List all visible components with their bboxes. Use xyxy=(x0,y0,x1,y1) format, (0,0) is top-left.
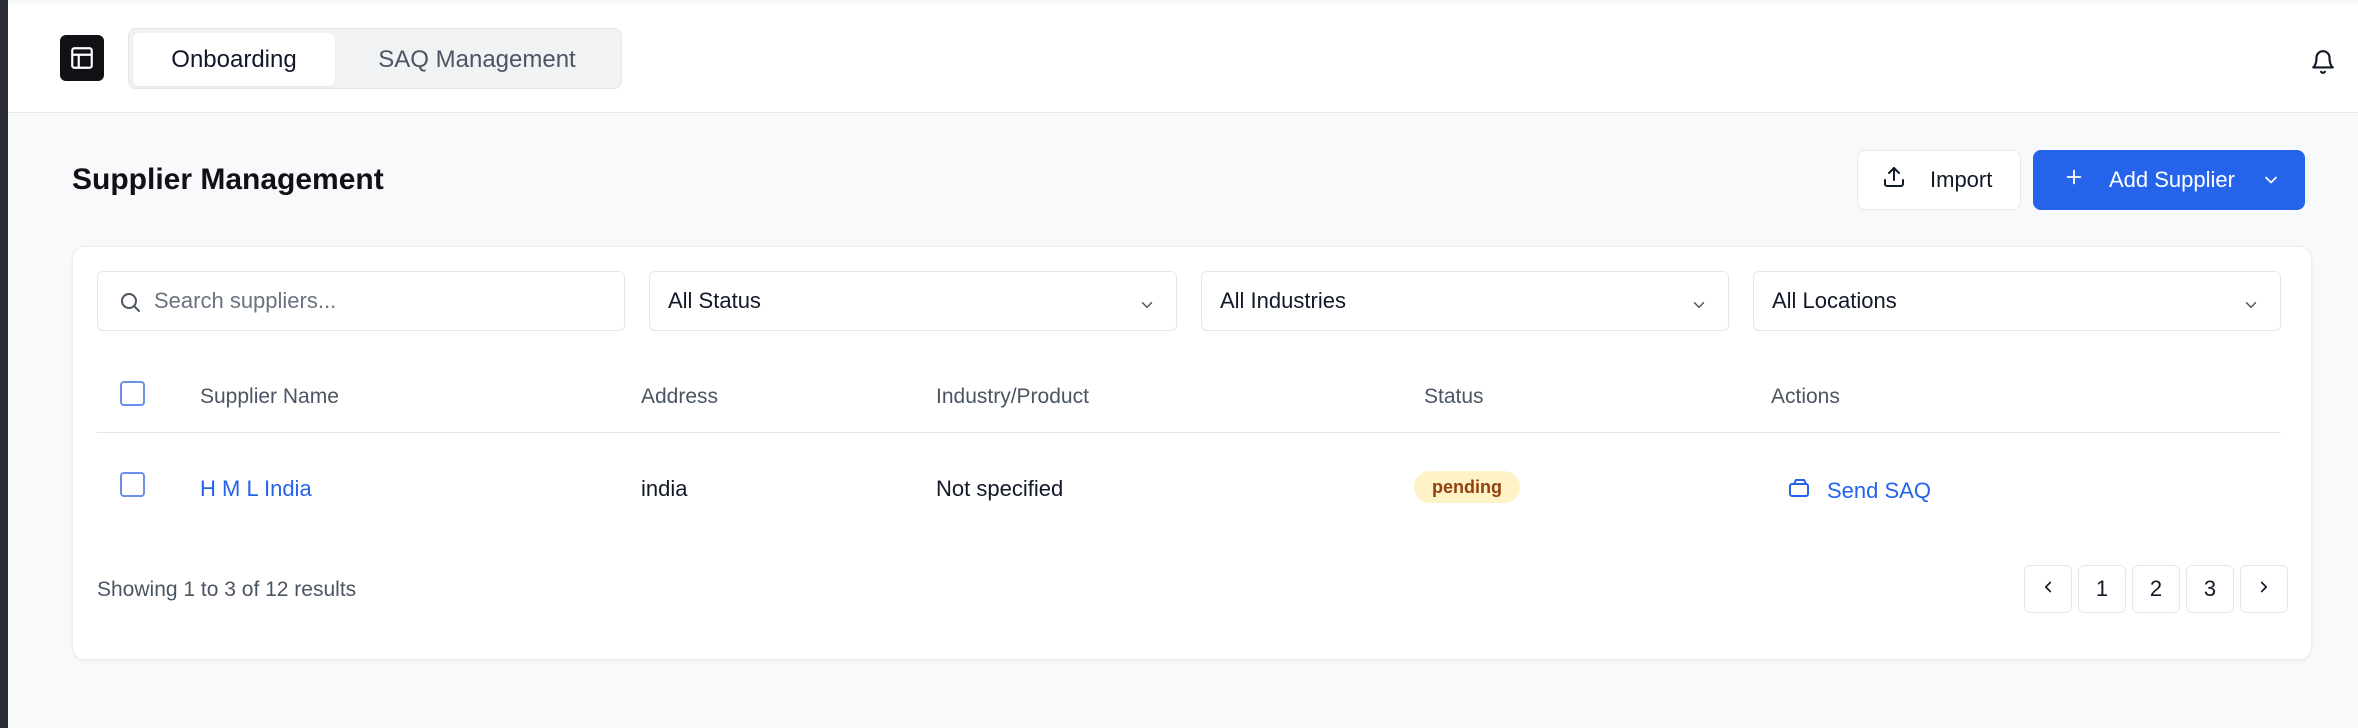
page-title: Supplier Management xyxy=(72,163,384,196)
column-header-name[interactable]: Supplier Name xyxy=(200,385,339,409)
page-button-3[interactable]: 3 xyxy=(2186,565,2234,613)
chevron-down-icon[interactable] xyxy=(2261,170,2281,196)
column-header-actions: Actions xyxy=(1771,385,1840,408)
industry-filter-value: All Industries xyxy=(1220,288,1346,313)
layout-icon[interactable] xyxy=(60,35,104,81)
search-input[interactable]: Search suppliers... xyxy=(97,271,625,331)
page-button-2[interactable]: 2 xyxy=(2132,565,2180,613)
plus-icon xyxy=(2063,166,2085,194)
page-button-1[interactable]: 1 xyxy=(2078,565,2126,613)
select-all-checkbox[interactable] xyxy=(120,381,145,406)
tab-onboarding[interactable]: Onboarding xyxy=(133,33,335,86)
nav-tabs: Onboarding SAQ Management xyxy=(128,28,622,89)
chevron-down-icon xyxy=(1690,294,1708,320)
row-checkbox[interactable] xyxy=(120,472,145,497)
send-saq-label: Send SAQ xyxy=(1827,478,1931,503)
location-filter-value: All Locations xyxy=(1772,288,1897,313)
column-header-status[interactable]: Status xyxy=(1424,385,1484,409)
send-icon xyxy=(1787,476,1811,506)
supplier-address: india xyxy=(641,476,688,501)
import-button[interactable]: Import xyxy=(1857,150,2021,210)
location-filter[interactable]: All Locations xyxy=(1753,271,2281,331)
send-saq-button[interactable]: Send SAQ xyxy=(1787,476,1931,506)
status-badge: pending xyxy=(1414,471,1520,503)
header-divider xyxy=(97,432,2281,433)
status-filter-value: All Status xyxy=(668,288,761,313)
tab-saq-management[interactable]: SAQ Management xyxy=(335,33,619,86)
column-header-address[interactable]: Address xyxy=(641,385,718,409)
status-filter[interactable]: All Status xyxy=(649,271,1177,331)
upload-icon xyxy=(1882,165,1906,195)
import-button-label: Import xyxy=(1930,167,1993,192)
previous-page-button[interactable] xyxy=(2024,565,2072,613)
chevron-down-icon xyxy=(2242,294,2260,320)
search-placeholder: Search suppliers... xyxy=(154,288,337,313)
results-summary: Showing 1 to 3 of 12 results xyxy=(97,578,357,601)
suppliers-card: Search suppliers... All Status All Indus… xyxy=(72,246,2312,660)
add-supplier-label: Add Supplier xyxy=(2109,167,2235,192)
chevron-down-icon xyxy=(1138,294,1156,320)
chevron-right-icon xyxy=(2255,576,2273,602)
column-header-industry[interactable]: Industry/Product xyxy=(936,385,1089,409)
bell-icon[interactable] xyxy=(2310,48,2336,76)
chevron-left-icon xyxy=(2039,576,2057,602)
industry-filter[interactable]: All Industries xyxy=(1201,271,1729,331)
add-supplier-button[interactable]: Add Supplier xyxy=(2033,150,2305,210)
supplier-name-link[interactable]: H M L India xyxy=(200,476,312,502)
next-page-button[interactable] xyxy=(2240,565,2288,613)
search-icon xyxy=(118,290,142,320)
window-edge xyxy=(0,0,8,728)
app: Onboarding SAQ Management Supplier Manag… xyxy=(8,0,2358,728)
top-bar: Onboarding SAQ Management xyxy=(8,4,2358,113)
supplier-industry: Not specified xyxy=(936,476,1064,501)
